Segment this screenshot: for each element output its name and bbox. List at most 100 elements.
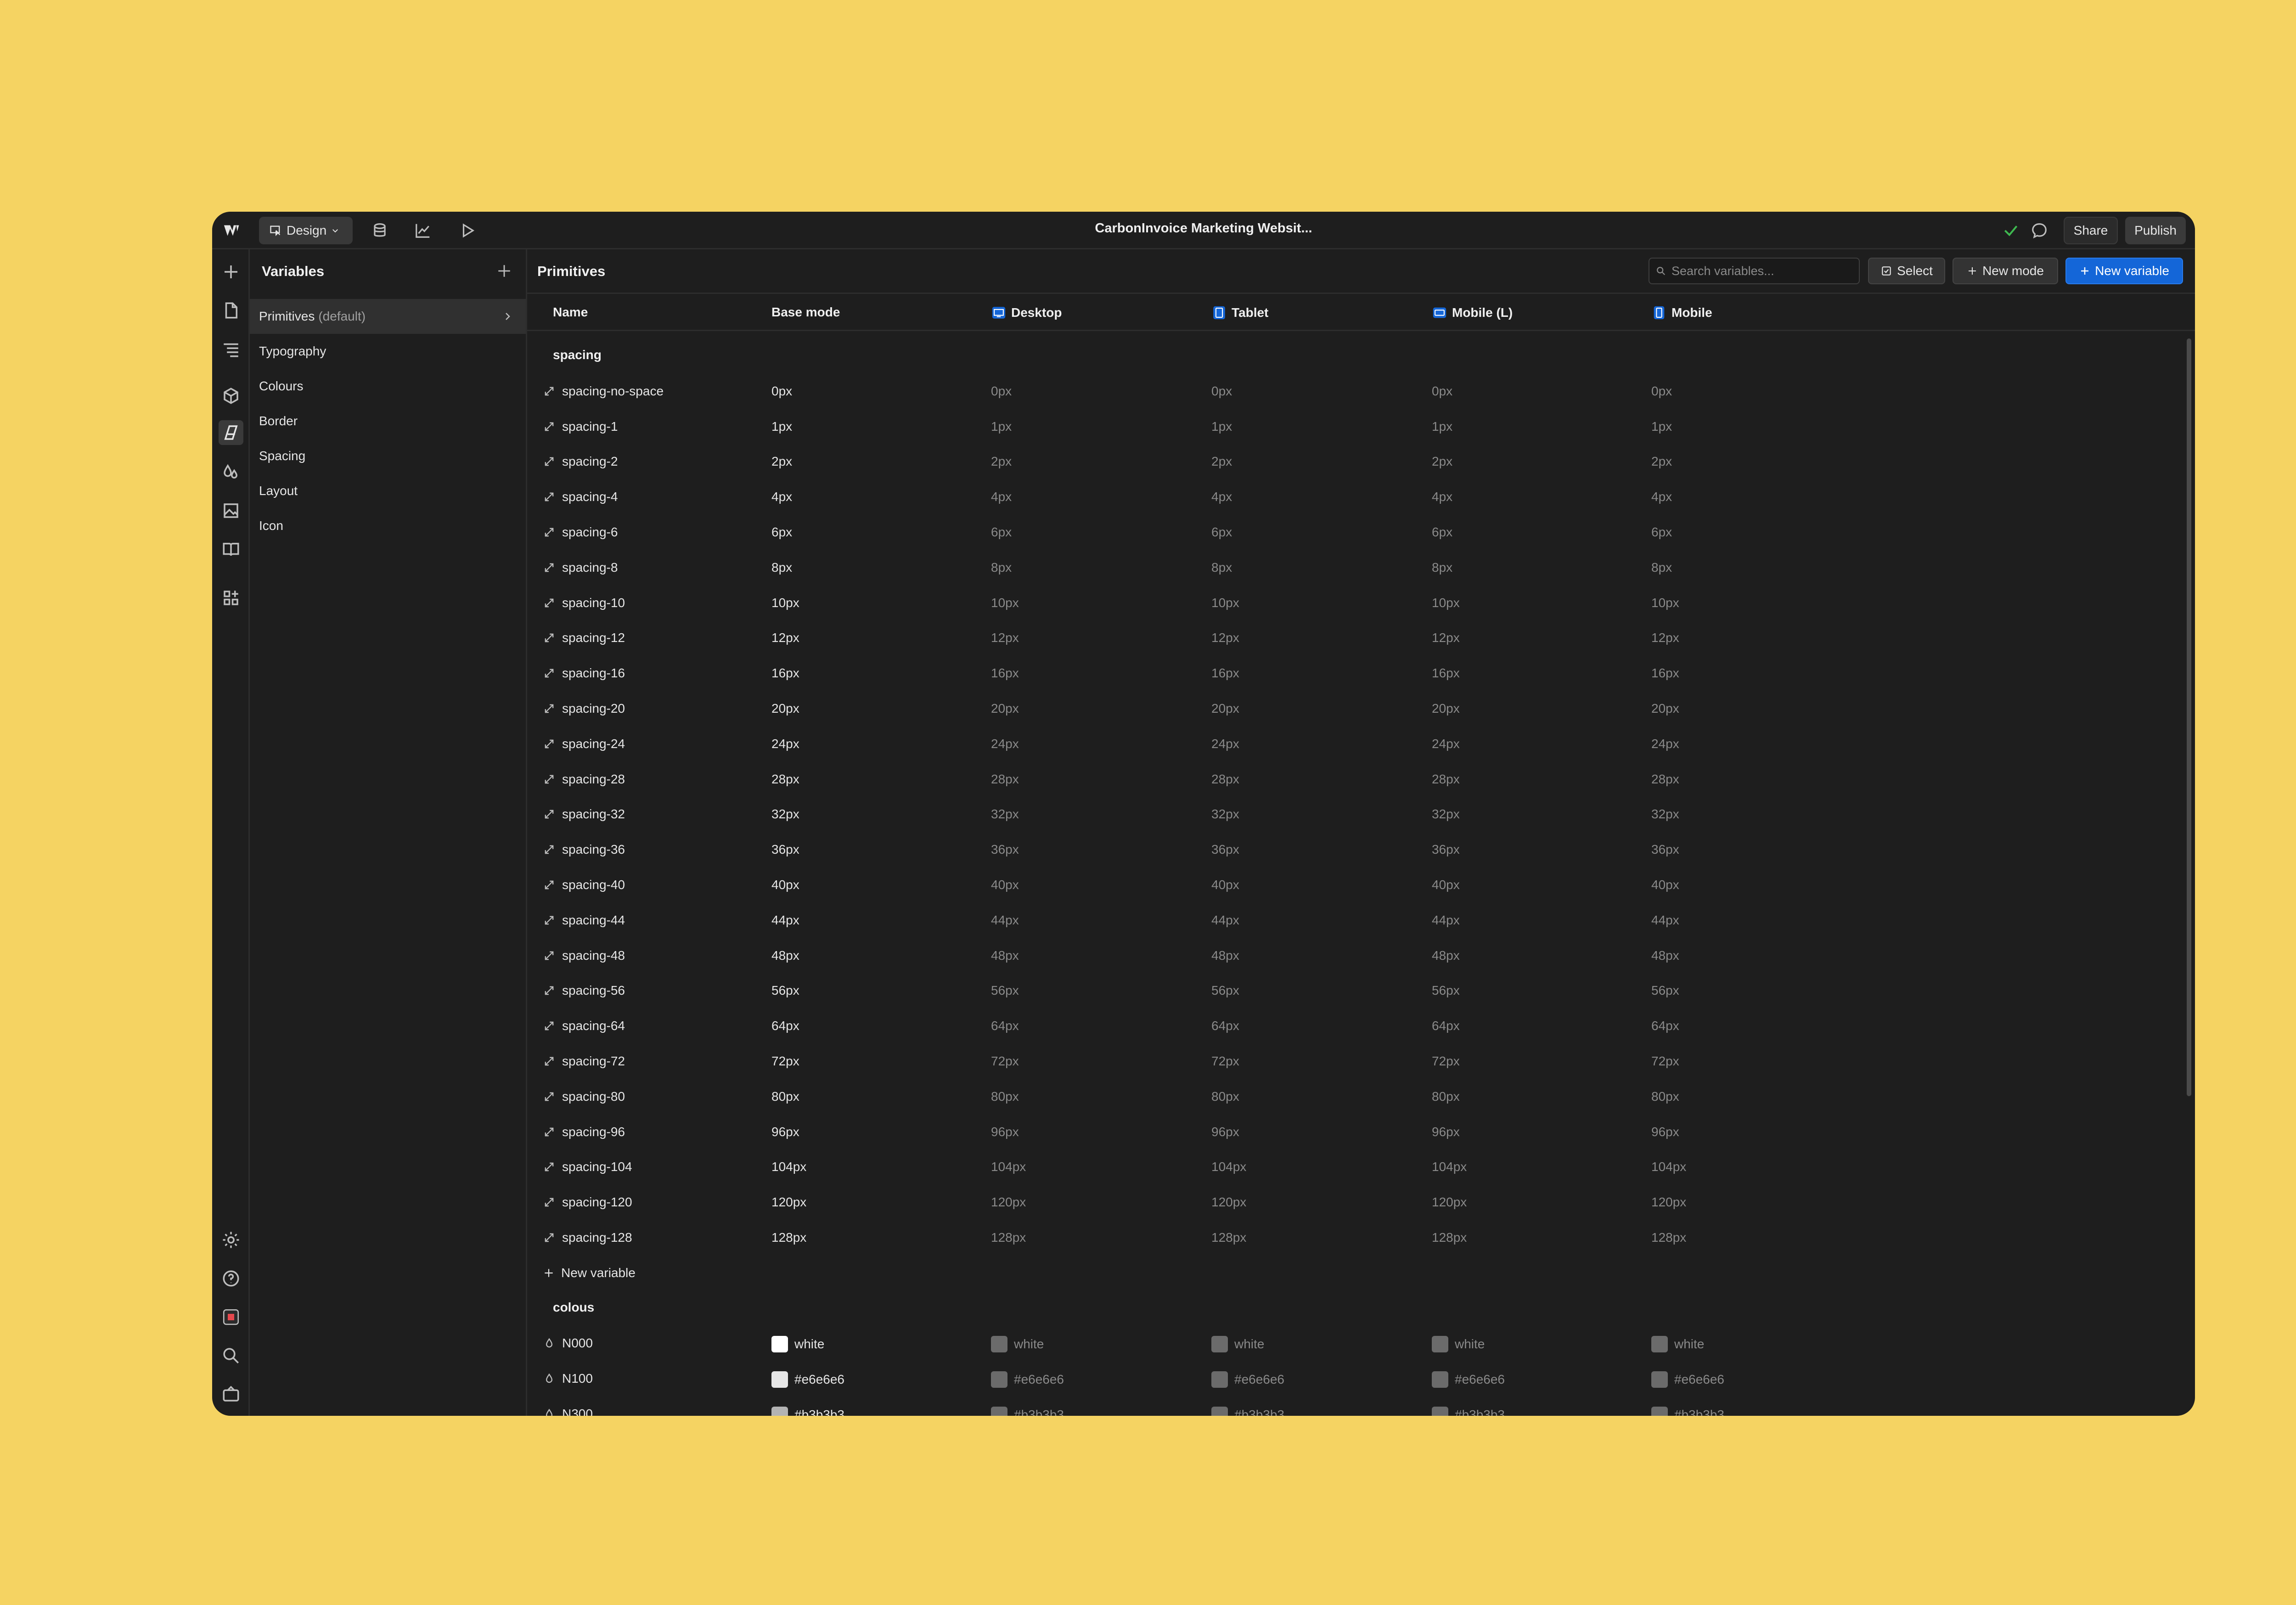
- variable-name[interactable]: spacing-40: [543, 878, 625, 892]
- mode-value[interactable]: 4px: [991, 490, 1012, 504]
- table-row[interactable]: spacing-56 56px 56px 56px 56px 56px: [527, 973, 2195, 1008]
- mode-value[interactable]: 20px: [991, 701, 1019, 716]
- mode-value[interactable]: 12px: [1432, 631, 1460, 645]
- mode-value[interactable]: 32px: [1211, 807, 1239, 822]
- mode-value[interactable]: 8px: [1432, 560, 1452, 575]
- table-row[interactable]: N100 #e6e6e6 #e6e6e6 #e6e6e6 #e6e6e6 #e6e6e6: [527, 1361, 2195, 1396]
- collection-item-spacing[interactable]: Spacing: [250, 439, 526, 473]
- mode-value[interactable]: 24px: [1432, 737, 1460, 751]
- column-header-mobile-landscape[interactable]: Mobile (L): [1432, 305, 1513, 321]
- mode-value[interactable]: 44px: [1211, 913, 1239, 928]
- base-mode-value[interactable]: white: [771, 1336, 824, 1353]
- mode-value[interactable]: 44px: [991, 913, 1019, 928]
- mode-value[interactable]: 6px: [1211, 525, 1232, 540]
- base-mode-value[interactable]: #e6e6e6: [771, 1371, 844, 1388]
- mode-value[interactable]: 24px: [991, 737, 1019, 751]
- mode-value[interactable]: 12px: [991, 631, 1019, 645]
- mode-value[interactable]: 104px: [1651, 1160, 1686, 1174]
- mode-value[interactable]: 0px: [991, 384, 1012, 399]
- base-mode-value[interactable]: 24px: [771, 737, 799, 751]
- base-mode-value[interactable]: 6px: [771, 525, 792, 540]
- mode-value[interactable]: 4px: [1651, 490, 1672, 504]
- mode-value[interactable]: 48px: [1651, 948, 1679, 963]
- variable-name[interactable]: spacing-104: [543, 1160, 632, 1174]
- mode-value[interactable]: 120px: [991, 1195, 1026, 1210]
- column-header-mobile[interactable]: Mobile: [1651, 305, 1712, 321]
- mode-value[interactable]: 0px: [1432, 384, 1452, 399]
- table-row[interactable]: spacing-44 44px 44px 44px 44px 44px: [527, 903, 2195, 938]
- table-row[interactable]: spacing-96 96px 96px 96px 96px 96px: [527, 1115, 2195, 1149]
- mode-value[interactable]: 8px: [991, 560, 1012, 575]
- mode-value[interactable]: 80px: [1432, 1089, 1460, 1104]
- mode-value[interactable]: 56px: [1211, 983, 1239, 998]
- mode-value[interactable]: 80px: [991, 1089, 1019, 1104]
- table-row[interactable]: spacing-120 120px 120px 120px 120px 120px: [527, 1185, 2195, 1220]
- variable-name[interactable]: spacing-16: [543, 666, 625, 681]
- mode-value[interactable]: 36px: [991, 842, 1019, 857]
- video-tutorials-icon[interactable]: [221, 1385, 241, 1404]
- mode-value[interactable]: 72px: [1211, 1054, 1239, 1069]
- table-row[interactable]: spacing-2 2px 2px 2px 2px 2px: [527, 444, 2195, 479]
- mode-value[interactable]: 24px: [1651, 737, 1679, 751]
- base-mode-value[interactable]: 64px: [771, 1019, 799, 1033]
- mode-value[interactable]: 6px: [991, 525, 1012, 540]
- variable-name[interactable]: spacing-2: [543, 454, 618, 469]
- variable-name[interactable]: spacing-1: [543, 419, 618, 434]
- base-mode-value[interactable]: 48px: [771, 948, 799, 963]
- variable-name[interactable]: spacing-128: [543, 1230, 632, 1245]
- mode-value[interactable]: 64px: [1432, 1019, 1460, 1033]
- search-input[interactable]: [1671, 263, 1847, 279]
- mode-value[interactable]: 48px: [991, 948, 1019, 963]
- mode-value[interactable]: 0px: [1211, 384, 1232, 399]
- table-row[interactable]: spacing-80 80px 80px 80px 80px 80px: [527, 1079, 2195, 1114]
- share-button[interactable]: Share: [2064, 217, 2118, 244]
- table-row[interactable]: spacing-72 72px 72px 72px 72px 72px: [527, 1044, 2195, 1079]
- mode-value[interactable]: #b3b3b3: [1211, 1407, 1284, 1416]
- base-mode-value[interactable]: 8px: [771, 560, 792, 575]
- settings-gear-icon[interactable]: [221, 1230, 241, 1250]
- table-row[interactable]: spacing-24 24px 24px 24px 24px 24px: [527, 726, 2195, 761]
- table-row[interactable]: spacing-4 4px 4px 4px 4px 4px: [527, 479, 2195, 514]
- column-header-name[interactable]: Name: [553, 305, 588, 320]
- base-mode-value[interactable]: 16px: [771, 666, 799, 681]
- variable-name[interactable]: N100: [543, 1371, 593, 1386]
- mode-value[interactable]: 80px: [1651, 1089, 1679, 1104]
- variable-name[interactable]: spacing-24: [543, 737, 625, 751]
- mode-value[interactable]: 8px: [1651, 560, 1672, 575]
- mode-value[interactable]: 64px: [1651, 1019, 1679, 1033]
- base-mode-value[interactable]: 1px: [771, 419, 792, 434]
- mode-value[interactable]: #b3b3b3: [1432, 1407, 1505, 1416]
- mode-value[interactable]: 10px: [1651, 596, 1679, 610]
- mode-value[interactable]: 40px: [1651, 878, 1679, 892]
- mode-value[interactable]: #b3b3b3: [991, 1407, 1064, 1416]
- new-variable-row[interactable]: New variable: [543, 1266, 636, 1280]
- variable-name[interactable]: spacing-48: [543, 948, 625, 963]
- mode-value[interactable]: 96px: [1651, 1125, 1679, 1139]
- table-row[interactable]: spacing-20 20px 20px 20px 20px 20px: [527, 691, 2195, 726]
- mode-value[interactable]: 16px: [1432, 666, 1460, 681]
- mode-value[interactable]: #b3b3b3: [1651, 1407, 1724, 1416]
- variables-active-bg[interactable]: [219, 420, 243, 445]
- variable-name[interactable]: spacing-96: [543, 1125, 625, 1139]
- mode-value[interactable]: 40px: [1211, 878, 1239, 892]
- styles-drops-icon[interactable]: [221, 462, 241, 482]
- base-mode-value[interactable]: 44px: [771, 913, 799, 928]
- table-row[interactable]: N000 white white white white white: [527, 1326, 2195, 1361]
- variable-name[interactable]: spacing-4: [543, 490, 618, 504]
- mode-value[interactable]: 16px: [1211, 666, 1239, 681]
- variable-name[interactable]: spacing-120: [543, 1195, 632, 1210]
- table-row[interactable]: spacing-64 64px 64px 64px 64px 64px: [527, 1008, 2195, 1043]
- mode-value[interactable]: 1px: [1211, 419, 1232, 434]
- table-row[interactable]: spacing-48 48px 48px 48px 48px 48px: [527, 938, 2195, 973]
- mode-value[interactable]: 56px: [991, 983, 1019, 998]
- variable-name[interactable]: spacing-28: [543, 772, 625, 787]
- mode-value[interactable]: #e6e6e6: [1432, 1371, 1505, 1388]
- mode-value[interactable]: 96px: [1211, 1125, 1239, 1139]
- mode-value[interactable]: 20px: [1432, 701, 1460, 716]
- add-icon[interactable]: [221, 262, 241, 282]
- mode-value[interactable]: 96px: [1432, 1125, 1460, 1139]
- variable-name[interactable]: spacing-20: [543, 701, 625, 716]
- table-row[interactable]: N300 #b3b3b3 #b3b3b3 #b3b3b3 #b3b3b3 #b3b3b3: [527, 1397, 2195, 1416]
- help-icon[interactable]: [221, 1269, 241, 1288]
- mode-value[interactable]: 104px: [1432, 1160, 1467, 1174]
